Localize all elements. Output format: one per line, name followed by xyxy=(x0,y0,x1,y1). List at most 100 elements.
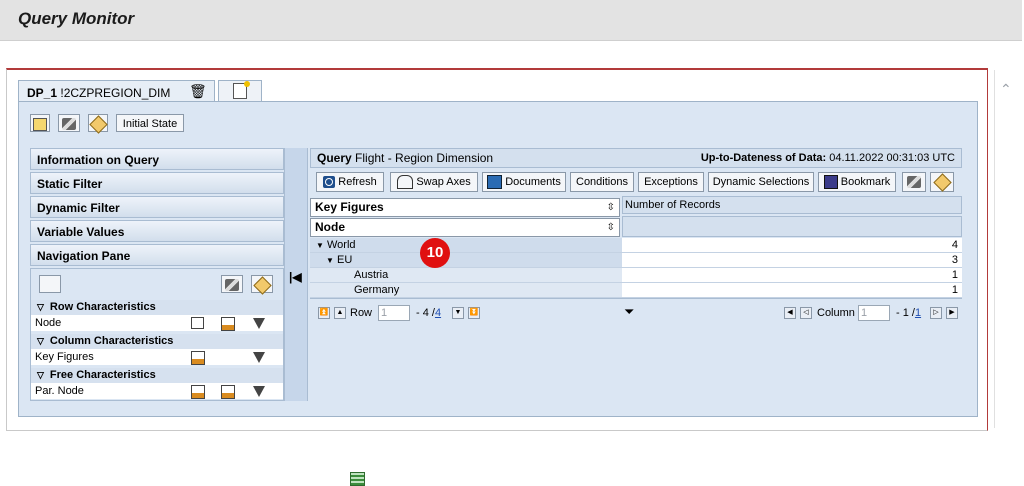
expand-triangle-icon[interactable]: ▼ xyxy=(316,241,324,250)
conditions-button[interactable]: Conditions xyxy=(570,172,634,192)
collapse-triangle-icon[interactable]: ▽ xyxy=(37,368,44,383)
tab-dp1-label: !2CZPREGION_DIM xyxy=(60,86,171,100)
collapse-triangle-icon[interactable]: ▽ xyxy=(37,300,44,315)
column-total: - 1 /1 xyxy=(896,307,922,319)
documents-icon xyxy=(487,175,503,190)
filter-icon[interactable] xyxy=(253,318,265,329)
table-row[interactable]: Germany 1 xyxy=(310,283,962,298)
app-title: Query Monitor xyxy=(18,9,135,28)
filter-icon[interactable] xyxy=(253,386,265,397)
column-label: Column xyxy=(817,307,855,319)
tag-button[interactable] xyxy=(88,114,108,134)
expand-triangle-icon[interactable]: ▼ xyxy=(326,256,334,265)
row-total: - 4 /4 xyxy=(416,307,442,319)
next-row-icon[interactable]: ▼ xyxy=(452,307,464,319)
next-column-icon[interactable]: ▷ xyxy=(930,307,942,319)
section-dynamic-filter[interactable]: Dynamic Filter xyxy=(30,196,284,218)
save-icon xyxy=(823,175,838,190)
column-characteristic-key-figures[interactable]: Key Figures xyxy=(31,349,283,365)
bookmark-button[interactable]: Bookmark xyxy=(818,172,896,192)
section-information-on-query[interactable]: Information on Query xyxy=(30,148,284,170)
edit-button[interactable] xyxy=(30,114,50,132)
table-row[interactable]: ▼ World 4 xyxy=(310,238,962,253)
tag-icon xyxy=(932,172,952,192)
table-row[interactable]: ▼ EU 3 xyxy=(310,253,962,268)
section-navigation-pane[interactable]: Navigation Pane xyxy=(30,244,284,266)
column-characteristics-header[interactable]: ▽ Column Characteristics xyxy=(31,334,283,349)
tag-icon xyxy=(88,114,108,134)
rows-icon[interactable] xyxy=(191,385,205,399)
step-number-badge: 10 xyxy=(420,238,450,268)
table-view-button[interactable] xyxy=(39,275,365,486)
navigation-pane: ▽ Row Characteristics Node ▽ Column Charac… xyxy=(30,268,365,486)
edit-icon xyxy=(33,117,47,131)
move-icon[interactable] xyxy=(191,317,204,329)
column-header-number-of-records[interactable]: Number of Records xyxy=(622,196,962,214)
first-row-icon[interactable]: ⏫ xyxy=(318,307,330,319)
vertical-scrollbar[interactable]: ⌃ xyxy=(994,70,1017,428)
wrench-icon xyxy=(62,118,76,131)
free-characteristics-header[interactable]: ▽ Free Characteristics xyxy=(31,368,283,383)
header-node[interactable]: Node ⇳ xyxy=(310,218,620,237)
documents-button[interactable]: Documents xyxy=(482,172,566,192)
free-characteristic-par-node[interactable]: Par. Node xyxy=(31,383,283,399)
pager-bar: ⏫ ▲ Row 1 - 4 /4 ▼ ⏬ ⏷ ◀ ◁ Column 1 - 1 … xyxy=(310,298,962,329)
sort-icon[interactable]: ⇳ xyxy=(607,219,615,236)
table-row[interactable]: Austria 1 xyxy=(310,268,962,283)
last-column-icon[interactable]: ▶ xyxy=(946,307,958,319)
scroll-to-end-icon[interactable]: ⏷ xyxy=(624,304,634,320)
collapse-triangle-icon[interactable]: ▽ xyxy=(37,334,44,349)
exceptions-button[interactable]: Exceptions xyxy=(638,172,704,192)
scroll-up-icon[interactable]: ⌃ xyxy=(1000,82,1012,96)
query-toolbar: Refresh Swap Axes Documents Conditions E… xyxy=(310,170,962,194)
swap-axes-button[interactable]: Swap Axes xyxy=(390,172,478,192)
tools-button[interactable] xyxy=(58,114,80,132)
initial-state-button[interactable]: Initial State xyxy=(116,114,184,132)
previous-column-icon[interactable]: ◁ xyxy=(800,307,812,319)
tab-dp1-name: DP_1 xyxy=(27,86,58,100)
filter-icon[interactable] xyxy=(253,352,265,363)
row-label: Row xyxy=(350,307,373,319)
uptodate-label: Up-to-Dateness of Data: xyxy=(700,152,827,164)
column-input[interactable]: 1 xyxy=(858,305,890,321)
first-column-icon[interactable]: ◀ xyxy=(784,307,796,319)
tab-new[interactable] xyxy=(218,80,262,102)
dynamic-selections-button[interactable]: Dynamic Selections xyxy=(708,172,814,192)
nav-tools-button[interactable] xyxy=(221,275,243,293)
tag-icon xyxy=(252,275,272,295)
row-characteristics-header[interactable]: ▽ Row Characteristics xyxy=(31,300,283,315)
columns-icon[interactable] xyxy=(221,317,235,331)
title-bar: Query Monitor xyxy=(0,0,1022,41)
refresh-icon xyxy=(323,176,336,189)
table-icon xyxy=(350,472,365,486)
query-tools-button[interactable] xyxy=(902,172,926,192)
columns-icon[interactable] xyxy=(221,385,235,399)
header-key-figures[interactable]: Key Figures ⇳ xyxy=(310,198,620,217)
wrench-icon xyxy=(907,176,921,189)
wrench-icon xyxy=(225,279,239,292)
column-total-link[interactable]: 1 xyxy=(915,307,921,319)
swap-icon xyxy=(397,175,414,190)
section-variable-values[interactable]: Variable Values xyxy=(30,220,284,242)
column-header-empty xyxy=(622,216,962,237)
last-row-icon[interactable]: ⏬ xyxy=(468,307,480,319)
new-document-icon[interactable] xyxy=(233,81,250,99)
section-static-filter[interactable]: Static Filter xyxy=(30,172,284,194)
collapse-left-icon[interactable]: |◀ xyxy=(289,270,302,284)
row-input[interactable]: 1 xyxy=(378,305,410,321)
refresh-button[interactable]: Refresh xyxy=(316,172,384,192)
row-total-link[interactable]: 4 xyxy=(435,307,441,319)
previous-row-icon[interactable]: ▲ xyxy=(334,307,346,319)
query-tag-button[interactable] xyxy=(930,172,954,192)
query-label: Query xyxy=(317,151,352,165)
query-name: Flight - Region Dimension xyxy=(355,151,494,165)
rows-icon[interactable] xyxy=(191,351,205,365)
uptodate-value: 04.11.2022 00:31:03 UTC xyxy=(829,152,955,164)
pane-splitter[interactable]: |◀ xyxy=(284,148,308,401)
tab-dp1[interactable]: DP_1 !2CZPREGION_DIM 🗑 xyxy=(18,80,215,102)
row-characteristic-node[interactable]: Node xyxy=(31,315,283,331)
query-header: Query Flight - Region Dimension Up-to-Da… xyxy=(310,148,962,168)
trash-icon[interactable]: 🗑 xyxy=(189,83,207,100)
sort-icon[interactable]: ⇳ xyxy=(607,199,615,216)
nav-tag-button[interactable] xyxy=(251,275,273,295)
